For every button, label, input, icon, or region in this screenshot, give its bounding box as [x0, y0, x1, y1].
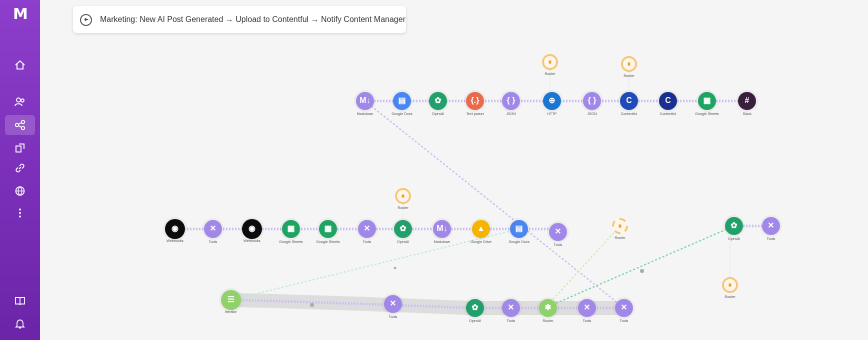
json-module[interactable]: { } JSON	[502, 92, 520, 116]
sleep-module-5[interactable]: ⏸ Router	[722, 277, 738, 299]
make-logo[interactable]: M	[8, 7, 32, 22]
tools-module-3[interactable]: ✕ Tools	[549, 223, 567, 247]
openai-module-4[interactable]: ✿ OpenAI	[466, 299, 484, 323]
templates-icon[interactable]	[5, 138, 35, 158]
sleep-module-4[interactable]: ⏸ Router	[612, 218, 628, 240]
text-parser-module[interactable]: {.} Text parser	[466, 92, 484, 116]
tools-module-5[interactable]: ✕ Tools	[384, 295, 402, 319]
router-module[interactable]: ✱ Router	[539, 299, 557, 323]
sleep-module-2[interactable]: ⏸ Router	[621, 56, 637, 78]
scenario-canvas[interactable]: M↓ Markdown ▤ Google Docs ✿ OpenAI {.} Text …	[40, 0, 868, 340]
contentful-module-2[interactable]: C Contentful	[659, 92, 677, 116]
google-sheets-module-3[interactable]: ▦ Google Sheets	[316, 220, 340, 244]
google-docs-module[interactable]: ▤ Google Docs	[392, 92, 412, 116]
json-module-2[interactable]: { } JSON	[583, 92, 601, 116]
notifications-icon[interactable]	[5, 314, 35, 334]
webhooks-icon[interactable]	[5, 181, 35, 201]
tools-module-8[interactable]: ✕ Tools	[615, 299, 633, 323]
tools-module-2[interactable]: ✕ Tools	[358, 220, 376, 244]
openai-module[interactable]: ✿ OpenAI	[429, 92, 447, 116]
tools-module-7[interactable]: ✕ Tools	[578, 299, 596, 323]
http-module[interactable]: ⊕ HTTP	[543, 92, 561, 116]
slack-module[interactable]: # Slack	[738, 92, 756, 116]
sleep-module[interactable]: ⏸ Router	[542, 54, 558, 76]
tools-module-6[interactable]: ✕ Tools	[502, 299, 520, 323]
openai-module-3[interactable]: ✿ OpenAI	[725, 217, 743, 241]
connections-icon[interactable]	[5, 158, 35, 178]
iterator-module[interactable]: ☰ Iterator	[221, 290, 241, 314]
webhooks-module-2[interactable]: ◉ Webhooks	[242, 219, 262, 243]
openai-module-2[interactable]: ✿ OpenAI	[394, 220, 412, 244]
google-docs-module-2[interactable]: ▤ Google Docs	[509, 220, 529, 244]
route-links	[175, 70, 771, 315]
docs-icon[interactable]	[5, 291, 35, 311]
tools-module[interactable]: ✕ Tools	[204, 220, 222, 244]
contentful-module[interactable]: C Contentful	[620, 92, 638, 116]
google-drive-module[interactable]: ▲ Google Drive	[471, 220, 491, 244]
team-icon[interactable]	[5, 92, 35, 112]
scenarios-icon[interactable]	[5, 115, 35, 135]
markdown-module[interactable]: M↓ Markdown	[356, 92, 374, 116]
webhooks-module[interactable]: ◉ Webhooks	[165, 219, 185, 243]
markdown-module-2[interactable]: M↓ Markdown	[433, 220, 451, 244]
home-icon[interactable]	[5, 55, 35, 75]
sidebar: M	[0, 0, 40, 340]
more-icon[interactable]	[5, 203, 35, 223]
sleep-module-3[interactable]: ⏸ Router	[395, 188, 411, 210]
tools-module-4[interactable]: ✕ Tools	[762, 217, 780, 241]
google-sheets-module-2[interactable]: ▦ Google Sheets	[279, 220, 303, 244]
google-sheets-module[interactable]: ▦ Google Sheets	[695, 92, 719, 116]
